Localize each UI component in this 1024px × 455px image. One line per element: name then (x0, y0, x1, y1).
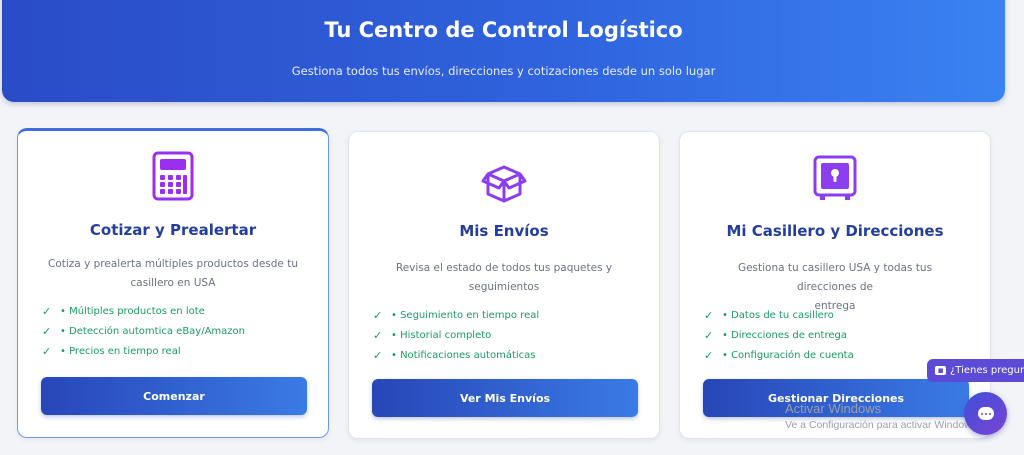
card-description: Revisa el estado de todos tus paquetes y… (395, 262, 613, 293)
check-icon: ✓ (42, 344, 52, 358)
check-icon: ✓ (42, 304, 52, 318)
feature-list: ✓ • Datos de tu casillero ✓ • Direcciones … (704, 305, 854, 365)
check-icon: ✓ (373, 348, 383, 362)
safe-lock-icon (680, 154, 990, 206)
check-icon: ✓ (704, 328, 714, 342)
hero-title: Tu Centro de Control Logístico (324, 18, 683, 42)
windows-activation-subtitle: Ve a Configuración para activar Windows. (785, 419, 980, 431)
check-icon: ✓ (42, 324, 52, 338)
feature-list: ✓ • Múltiples productos en lote ✓ • Detecc… (42, 301, 245, 361)
list-item: ✓ • Historial completo (373, 328, 492, 342)
list-item: ✓ • Múltiples productos en lote (42, 304, 205, 318)
card-my-shipments: Mis Envíos Revisa el estado de todos tus… (348, 131, 660, 439)
hero-banner: Tu Centro de Control Logístico Gestiona … (2, 0, 1005, 102)
list-item: ✓ • Configuración de cuenta (704, 348, 854, 362)
card-quote-prealert: Cotizar y Prealertar Cotiza y prealerta … (17, 128, 329, 438)
hero-subtitle: Gestiona todos tus envíos, direcciones y… (291, 64, 716, 78)
list-item: ✓ • Notificaciones automáticas (373, 348, 536, 362)
chat-prompt-bubble[interactable]: ▪ ¿Tienes pregunt (927, 359, 1024, 382)
windows-activation-title: Activar Windows (785, 401, 882, 416)
list-item: ✓ • Precios en tiempo real (42, 344, 181, 358)
check-icon: ✓ (704, 348, 714, 362)
card-title: Mi Casillero y Direcciones (726, 222, 944, 240)
chat-launcher-button[interactable] (964, 392, 1007, 435)
view-shipments-button[interactable]: Ver Mis Envíos (372, 379, 638, 417)
chat-prompt-label: ¿Tienes pregunt (950, 365, 1024, 376)
package-box-icon (349, 162, 659, 208)
list-item: ✓ • Seguimiento en tiempo real (373, 308, 540, 322)
check-icon: ✓ (704, 308, 714, 322)
check-icon: ✓ (373, 328, 383, 342)
card-title: Cotizar y Prealertar (89, 221, 257, 239)
list-item: ✓ • Datos de tu casillero (704, 308, 834, 322)
card-description: Cotiza y prealerta múltiples productos d… (48, 258, 298, 289)
chat-bubble-icon (977, 407, 994, 420)
calculator-icon (18, 151, 328, 205)
card-title: Mis Envíos (459, 222, 549, 240)
card-locker-addresses: Mi Casillero y Direcciones Gestiona tu c… (679, 131, 991, 439)
check-icon: ✓ (373, 308, 383, 322)
list-item: ✓ • Direcciones de entrega (704, 328, 847, 342)
start-button[interactable]: Comenzar (41, 377, 307, 415)
list-item: ✓ • Detección automtica eBay/Amazon (42, 324, 246, 338)
chat-icon: ▪ (935, 366, 946, 376)
feature-list: ✓ • Seguimiento en tiempo real ✓ • Histori… (373, 305, 539, 365)
